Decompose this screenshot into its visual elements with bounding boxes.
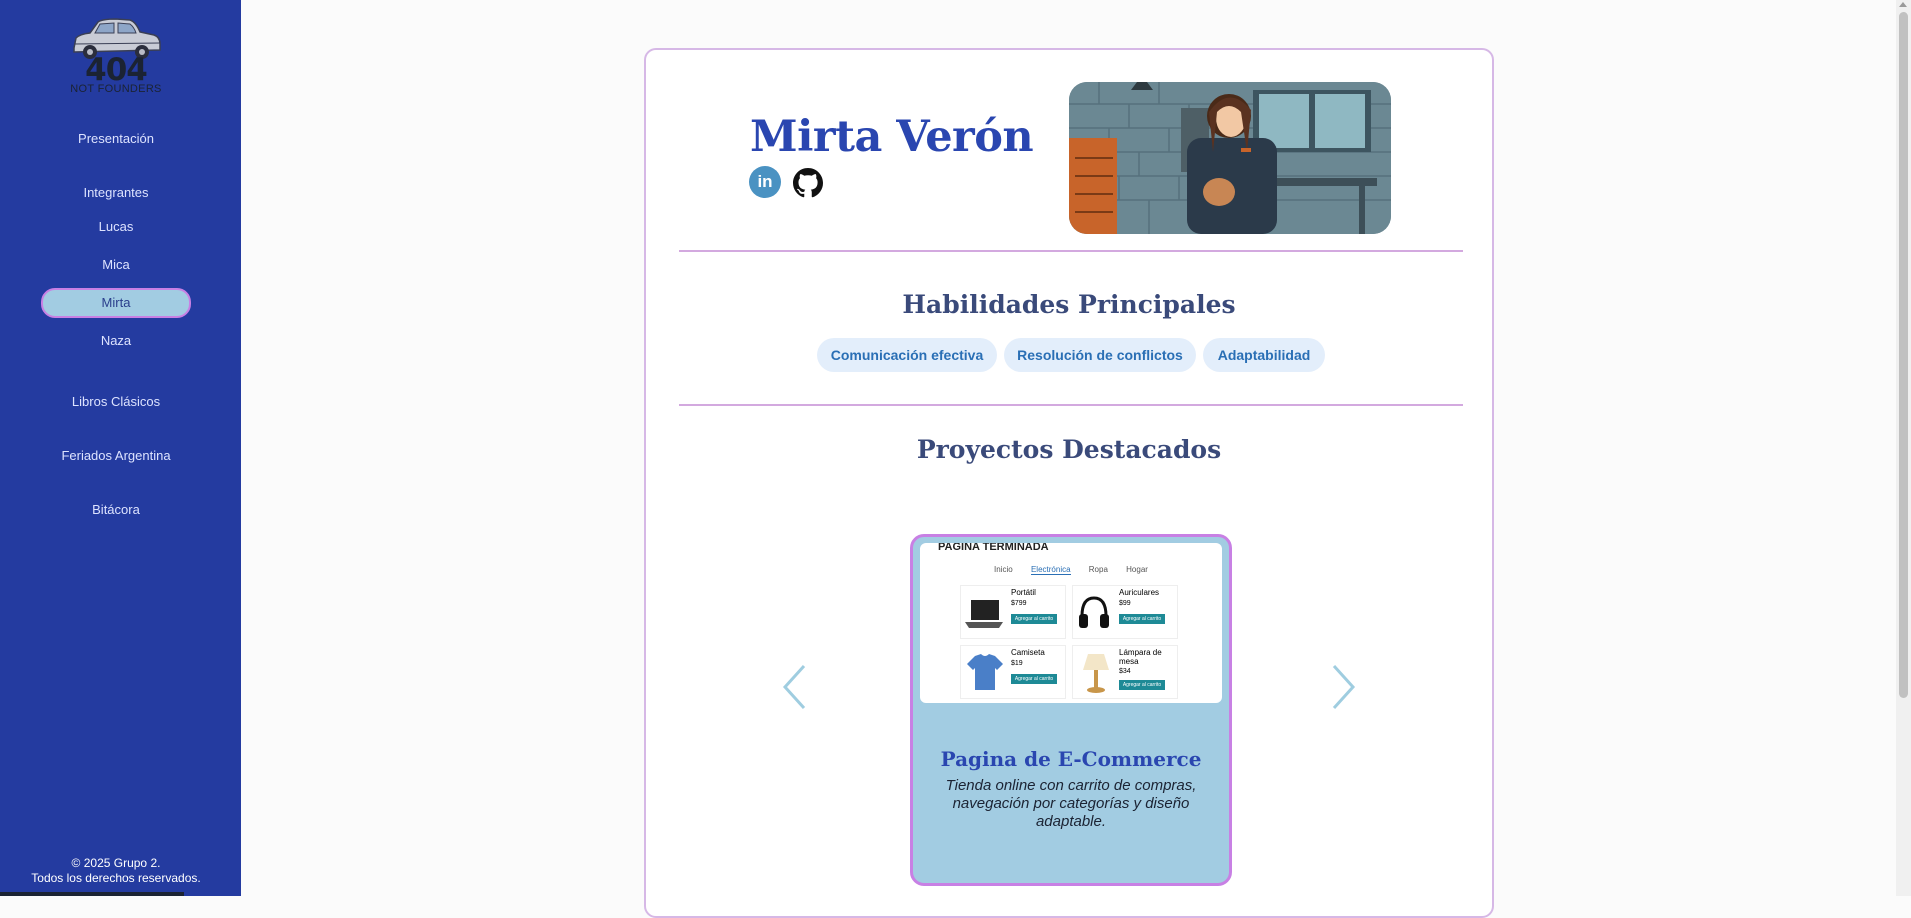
scrollbar-thumb[interactable] — [1899, 12, 1908, 698]
profile-card: Mirta Verón in Habilidades Principales C… — [644, 48, 1494, 918]
screenshot-product: Portátil $799 Agregar al carrito — [960, 585, 1066, 639]
profile-name: Mirta Verón — [750, 112, 1034, 162]
product-price: $19 — [1011, 660, 1023, 667]
footer-copyright: © 2025 Grupo 2. — [71, 856, 161, 870]
github-link[interactable] — [793, 168, 825, 200]
screenshot-product: Camiseta $19 Agregar al carrito — [960, 645, 1066, 699]
product-name: Portátil — [1011, 588, 1036, 597]
project-screenshot: PAGINA TERMINADA Inicio Electrónica Ropa… — [920, 543, 1222, 703]
nav-integrantes[interactable]: Integrantes — [0, 184, 232, 202]
product-price: $799 — [1011, 600, 1027, 607]
product-price: $99 — [1119, 600, 1131, 607]
nav-feriados-argentina[interactable]: Feriados Argentina — [0, 447, 232, 465]
skills-title: Habilidades Principales — [902, 290, 1236, 319]
screenshot-tab: Electrónica — [1030, 565, 1071, 575]
screenshot-tab: Inicio — [994, 565, 1013, 574]
product-name: Camiseta — [1011, 648, 1045, 657]
projects-title: Proyectos Destacados — [916, 435, 1222, 464]
screenshot-tab: Ropa — [1088, 565, 1108, 574]
sidebar: 404 NOT FOUNDERS Presentación Integrante… — [0, 0, 241, 896]
logo-subtitle: NOT FOUNDERS — [70, 83, 162, 95]
laptop-icon — [965, 600, 1003, 628]
product-price: $34 — [1119, 668, 1131, 675]
carousel-next-button[interactable] — [1332, 664, 1356, 710]
footer-bar — [0, 892, 184, 896]
screenshot-tabs: Inicio Electrónica Ropa Hogar — [920, 565, 1222, 575]
site-logo[interactable]: 404 NOT FOUNDERS — [68, 12, 164, 98]
screenshot-header: PAGINA TERMINADA — [938, 543, 1049, 553]
add-to-cart-button: Agregar al carrito — [1011, 674, 1057, 684]
page-scrollbar[interactable] — [1896, 0, 1911, 896]
carousel-prev-button[interactable] — [782, 664, 806, 710]
screenshot-product: Lámpara de mesa $34 Agregar al carrito — [1072, 645, 1178, 699]
divider-top — [679, 250, 1463, 252]
chevron-left-icon — [782, 664, 806, 710]
chevron-right-icon — [1332, 664, 1356, 710]
lamp-icon — [1083, 654, 1109, 693]
project-title: Pagina de E-Commerce — [940, 747, 1202, 771]
screenshot-product: Auriculares $99 Agregar al carrito — [1072, 585, 1178, 639]
nav-mirta-active[interactable]: Mirta — [41, 288, 191, 318]
nav-mica[interactable]: Mica — [0, 256, 232, 274]
linkedin-link[interactable]: in — [749, 166, 781, 198]
add-to-cart-button: Agregar al carrito — [1011, 614, 1057, 624]
skill-pill: Comunicación efectiva — [817, 338, 997, 372]
nav-bitacora[interactable]: Bitácora — [0, 501, 232, 519]
nav-libros-clasicos[interactable]: Libros Clásicos — [0, 393, 232, 411]
headphones-icon — [1079, 596, 1109, 628]
sidebar-footer: © 2025 Grupo 2. Todos los derechos reser… — [0, 856, 232, 886]
scroll-up-icon[interactable] — [1899, 2, 1907, 7]
skill-pill: Resolución de conflictos — [1004, 338, 1196, 372]
profile-illustration — [1069, 82, 1391, 234]
add-to-cart-button: Agregar al carrito — [1119, 614, 1165, 624]
product-name: Lámpara de mesa — [1119, 648, 1162, 666]
nav-naza[interactable]: Naza — [0, 332, 232, 350]
tshirt-icon — [967, 654, 1003, 690]
linkedin-icon: in — [757, 172, 773, 191]
skill-pill: Adaptabilidad — [1203, 338, 1325, 372]
screenshot-tab: Hogar — [1126, 565, 1148, 574]
divider-bottom — [679, 404, 1463, 406]
project-card[interactable]: PAGINA TERMINADA Inicio Electrónica Ropa… — [910, 534, 1232, 886]
nav-lucas[interactable]: Lucas — [0, 218, 232, 236]
nav-presentacion[interactable]: Presentación — [0, 130, 232, 148]
github-icon — [793, 168, 823, 198]
add-to-cart-button: Agregar al carrito — [1119, 680, 1165, 690]
footer-rights: Todos los derechos reservados. — [31, 871, 201, 885]
product-name: Auriculares — [1119, 588, 1160, 597]
project-description: Tienda online con carrito de compras, na… — [945, 777, 1197, 830]
mechanic-illustration — [1069, 82, 1391, 234]
